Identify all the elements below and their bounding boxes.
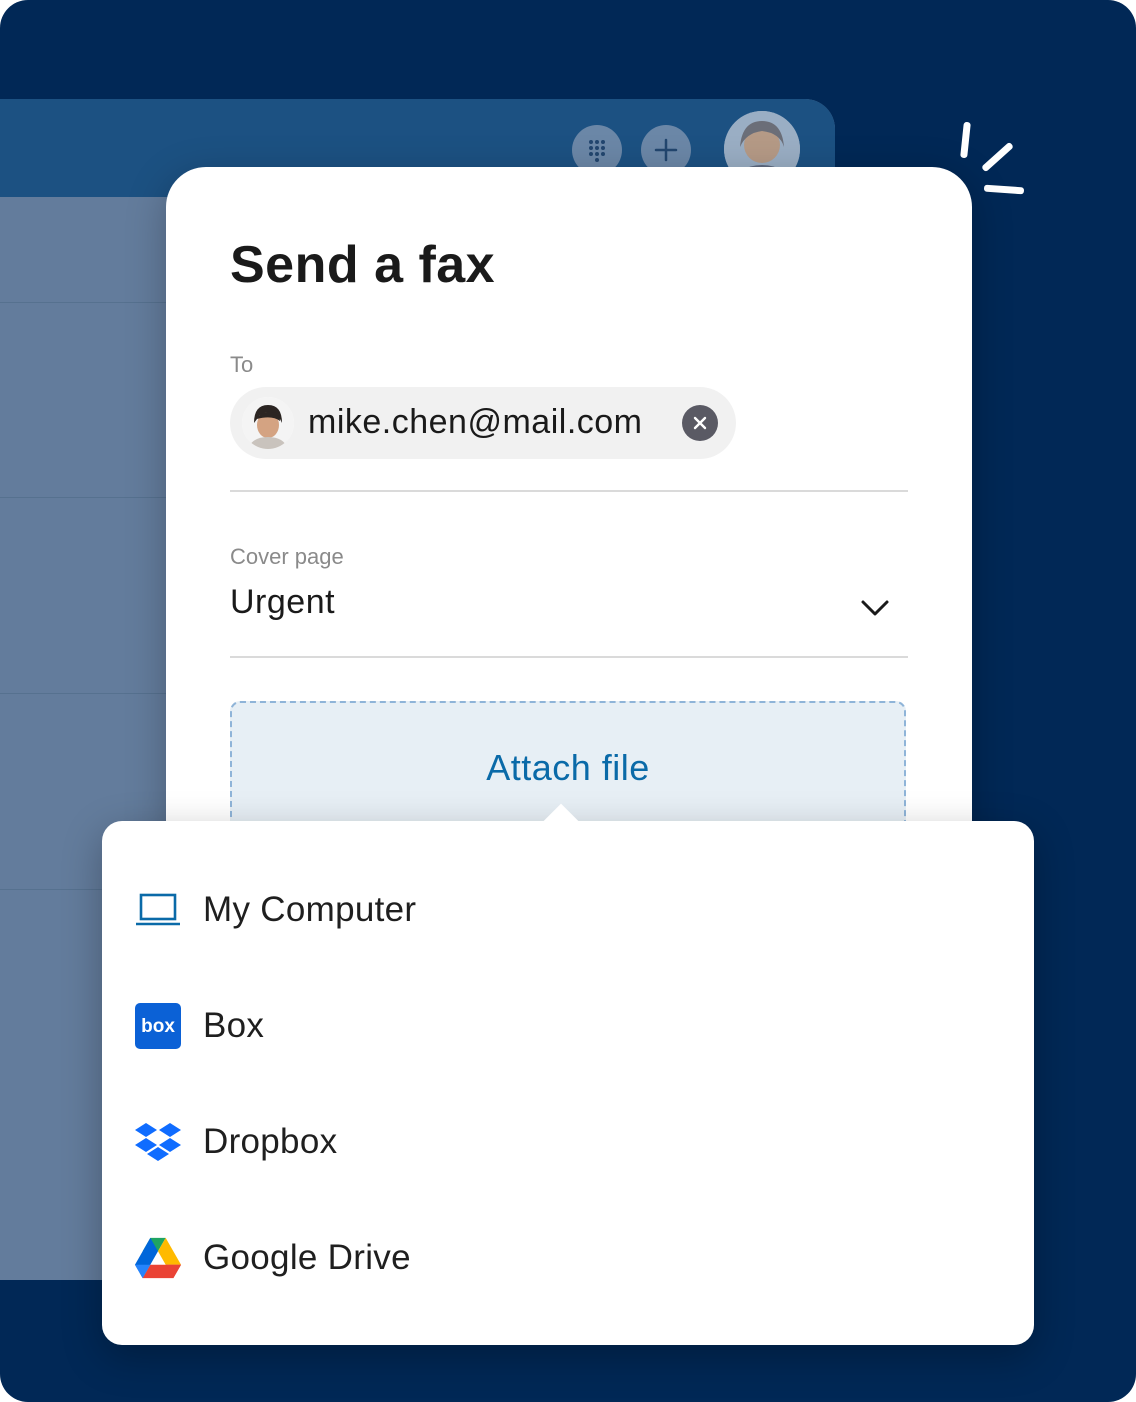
dialpad-icon (589, 140, 605, 162)
recipient-email: mike.chen@mail.com (308, 403, 643, 441)
chevron-down-icon (861, 600, 889, 616)
dialog-title: Send a fax (230, 236, 496, 294)
recipient-avatar (242, 397, 294, 449)
list-row-divider (0, 302, 180, 303)
menu-item-label: My Computer (203, 890, 417, 929)
to-field-underline (230, 490, 908, 492)
menu-item-dropbox[interactable]: Dropbox (102, 1102, 1034, 1182)
laptop-icon (134, 886, 182, 934)
close-icon (693, 416, 707, 430)
person-photo-icon (242, 397, 294, 449)
sparkle-stroke (983, 184, 1025, 195)
cover-page-label: Cover page (230, 544, 344, 569)
attach-file-label: Attach file (486, 747, 650, 788)
menu-item-label: Google Drive (203, 1238, 411, 1277)
sparkle-stroke (960, 121, 971, 159)
google-drive-logo-icon (134, 1234, 182, 1282)
plus-icon (654, 138, 678, 162)
list-row-divider (0, 693, 180, 694)
svg-text:box: box (141, 1016, 175, 1037)
menu-item-label: Dropbox (203, 1122, 338, 1161)
recipient-chip[interactable]: mike.chen@mail.com (230, 387, 736, 459)
attach-source-menu: My Computer box Box Dropbox Google Drive (102, 803, 1034, 1345)
menu-item-box[interactable]: box Box (102, 986, 1034, 1066)
sparkle-stroke (981, 141, 1014, 173)
dropbox-logo-icon (134, 1118, 182, 1166)
to-label: To (230, 352, 254, 377)
menu-item-my-computer[interactable]: My Computer (102, 870, 1034, 950)
box-logo-icon: box (134, 1002, 182, 1050)
menu-item-label: Box (203, 1006, 265, 1045)
list-row-divider (0, 497, 180, 498)
cover-page-underline (230, 656, 908, 658)
remove-recipient-button[interactable] (682, 405, 718, 441)
page-background: Send a fax To mike.chen@mail.com Cover p… (0, 0, 1136, 1402)
cover-page-value: Urgent (230, 583, 336, 621)
menu-item-google-drive[interactable]: Google Drive (102, 1218, 1034, 1298)
